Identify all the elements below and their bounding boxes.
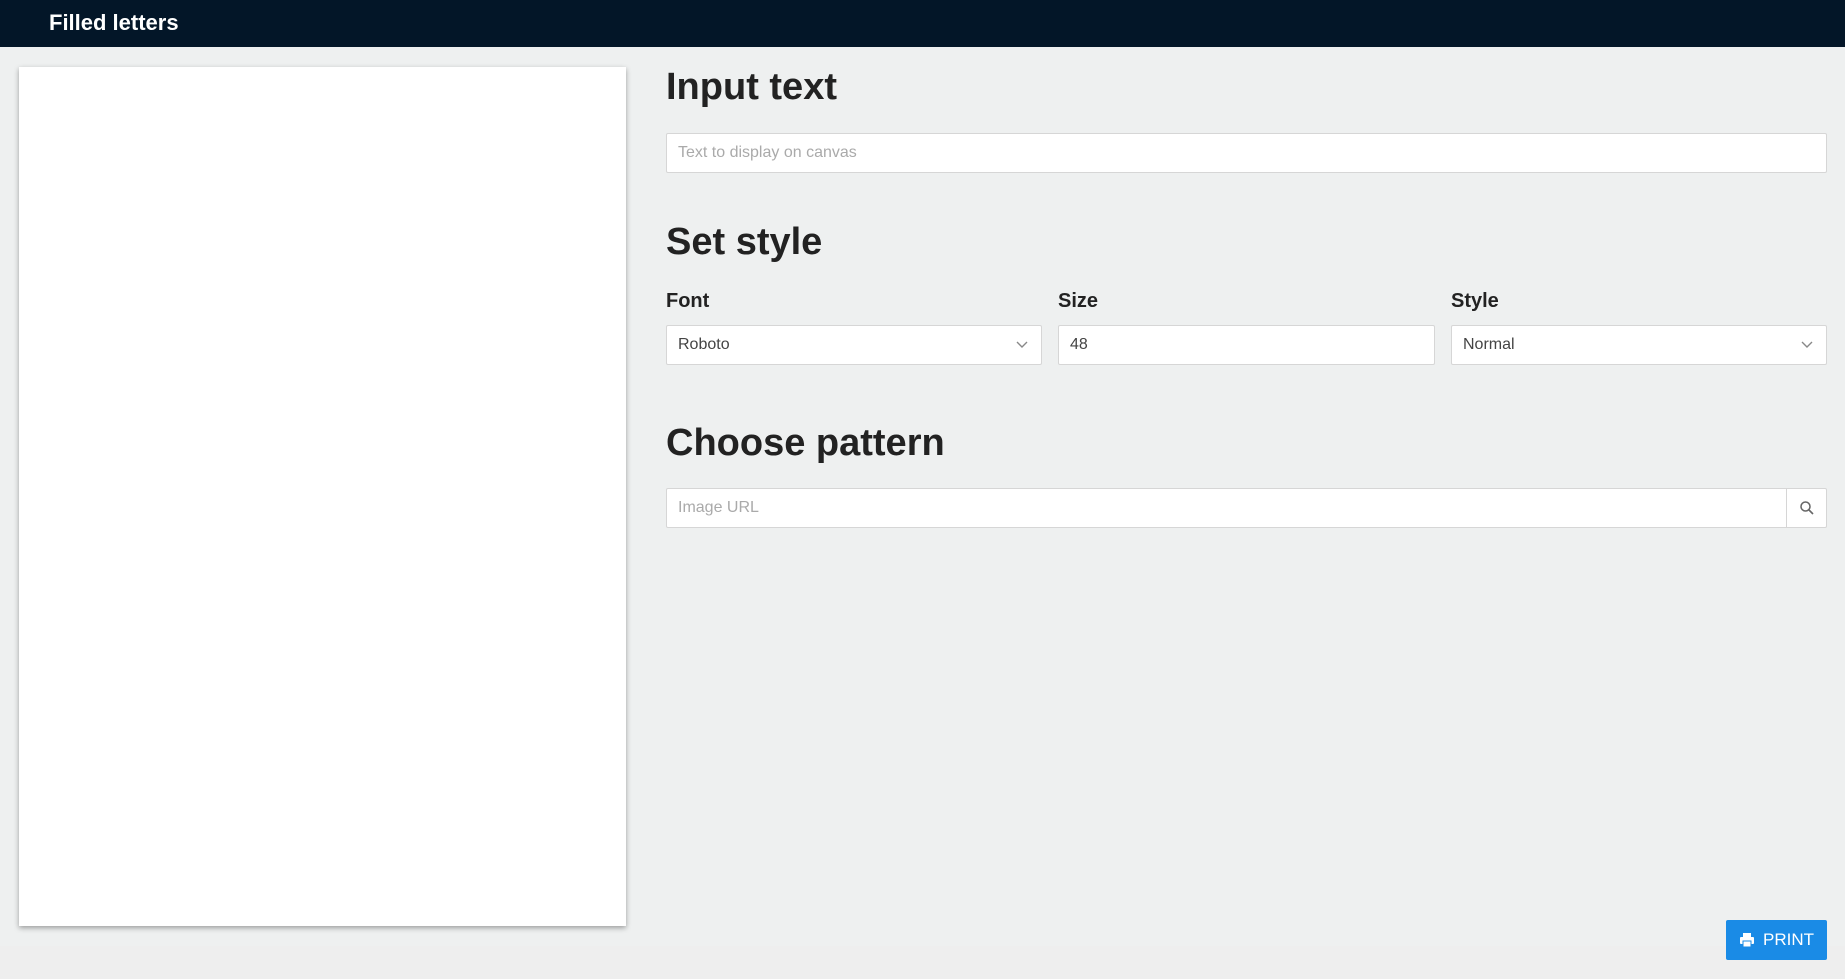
font-label: Font [666, 290, 710, 312]
chevron-down-icon [1801, 341, 1813, 348]
preview-canvas[interactable] [19, 67, 626, 926]
top-app-bar: Filled letters [0, 0, 1845, 47]
size-field [1058, 325, 1435, 365]
font-select-value: Roboto [678, 336, 730, 353]
text-input[interactable] [667, 134, 1826, 172]
size-input[interactable] [1059, 326, 1434, 364]
style-label: Style [1451, 290, 1499, 312]
set-style-heading: Set style [666, 221, 823, 263]
chevron-down-icon [1016, 341, 1028, 348]
print-icon [1740, 933, 1754, 948]
search-button[interactable] [1786, 489, 1826, 527]
print-button[interactable]: PRINT [1726, 920, 1827, 960]
search-icon [1799, 501, 1814, 515]
style-select-value: Normal [1463, 336, 1515, 353]
print-button-label: PRINT [1763, 930, 1814, 949]
input-text-heading: Input text [666, 66, 837, 108]
app-title: Filled letters [49, 10, 179, 35]
style-select[interactable]: Normal [1451, 325, 1827, 365]
image-url-field [666, 488, 1827, 528]
text-input-field [666, 133, 1827, 173]
font-select[interactable]: Roboto [666, 325, 1042, 365]
bottom-strip [0, 946, 1845, 979]
image-url-input[interactable] [667, 489, 1785, 527]
size-label: Size [1058, 290, 1099, 312]
choose-pattern-heading: Choose pattern [666, 422, 945, 464]
